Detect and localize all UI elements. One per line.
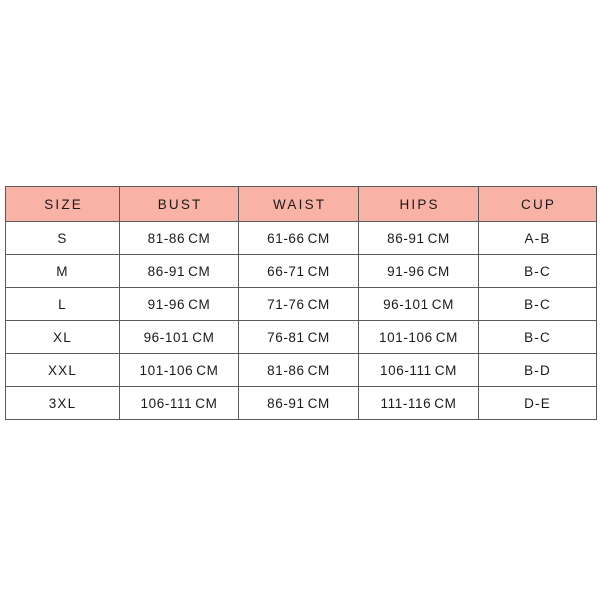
cell-bust-unit: CM [196, 362, 219, 378]
table-row: 3XL 106-111 CM 86-91 CM 111-116 CM D-E [5, 386, 597, 420]
cell-bust: 81-86 CM [119, 221, 239, 255]
cell-bust-unit: CM [195, 395, 218, 411]
table-body: S 81-86 CM 61-66 CM 86-91 CM A-B M 86-91 CM … [5, 221, 597, 420]
cell-waist: 81-86 CM [238, 353, 359, 387]
cell-size: 3XL [5, 386, 120, 420]
cell-hips: 91-96 CM [358, 254, 479, 288]
table-row: L 91-96 CM 71-76 CM 96-101 CM B-C [5, 287, 597, 321]
cell-size: L [5, 287, 120, 321]
cell-size: XL [5, 320, 120, 354]
cell-waist-unit: CM [307, 296, 330, 312]
cell-cup: B-C [478, 287, 597, 321]
cell-bust: 101-106 CM [119, 353, 239, 387]
cell-waist-unit: CM [307, 230, 330, 246]
cell-bust-value: 106-111 [140, 395, 193, 411]
cell-waist-value: 86-91 [267, 395, 305, 411]
cell-bust: 91-96 CM [119, 287, 239, 321]
cell-waist-unit: CM [307, 395, 330, 411]
cell-hips-value: 111-116 [380, 395, 432, 411]
cell-waist-unit: CM [307, 362, 330, 378]
table-row: XXL 101-106 CM 81-86 CM 106-111 CM B-D [5, 353, 597, 387]
cell-hips-value: 106-111 [380, 362, 432, 378]
cell-hips-unit: CM [427, 263, 450, 279]
cell-waist-value: 71-76 [267, 296, 305, 312]
cell-bust-value: 96-101 [143, 329, 190, 345]
column-header-cup: CUP [478, 186, 597, 222]
cell-waist: 86-91 CM [238, 386, 359, 420]
column-header-waist: WAIST [238, 186, 359, 222]
cell-hips-unit: CM [427, 230, 450, 246]
cell-waist-value: 66-71 [267, 263, 305, 279]
size-chart-container: SIZE BUST WAIST HIPS CUP S 81-86 CM 61-66… [5, 186, 597, 420]
cell-hips-value: 101-106 [379, 329, 433, 345]
cell-bust-unit: CM [192, 329, 215, 345]
cell-hips: 86-91 CM [358, 221, 479, 255]
table-row: XL 96-101 CM 76-81 CM 101-106 CM B-C [5, 320, 597, 354]
cell-hips: 96-101 CM [358, 287, 479, 321]
column-header-size: SIZE [5, 186, 120, 222]
cell-hips-unit: CM [431, 296, 454, 312]
cell-waist: 61-66 CM [238, 221, 359, 255]
cell-cup: D-E [478, 386, 597, 420]
cell-cup: B-C [478, 254, 597, 288]
cell-waist: 76-81 CM [238, 320, 359, 354]
cell-waist: 66-71 CM [238, 254, 359, 288]
cell-bust: 96-101 CM [119, 320, 239, 354]
table-header: SIZE BUST WAIST HIPS CUP [5, 186, 597, 222]
cell-cup: B-C [478, 320, 597, 354]
cell-waist-unit: CM [307, 263, 330, 279]
cell-hips-unit: CM [435, 329, 458, 345]
header-row: SIZE BUST WAIST HIPS CUP [5, 186, 597, 222]
cell-hips: 106-111 CM [358, 353, 479, 387]
cell-waist-value: 61-66 [267, 230, 305, 246]
cell-waist: 71-76 CM [238, 287, 359, 321]
cell-hips-value: 96-101 [383, 296, 429, 312]
cell-bust-value: 101-106 [139, 362, 194, 378]
cell-size: M [5, 254, 120, 288]
cell-cup: A-B [478, 221, 597, 255]
cell-bust-unit: CM [188, 263, 211, 279]
cell-bust-unit: CM [188, 296, 211, 312]
cell-bust-value: 91-96 [147, 296, 186, 312]
cell-cup: B-D [478, 353, 597, 387]
cell-hips-value: 91-96 [387, 263, 425, 279]
cell-waist-unit: CM [307, 329, 330, 345]
cell-bust: 106-111 CM [119, 386, 239, 420]
size-chart-table: SIZE BUST WAIST HIPS CUP S 81-86 CM 61-66… [5, 186, 597, 420]
cell-hips-unit: CM [434, 362, 457, 378]
table-row: M 86-91 CM 66-71 CM 91-96 CM B-C [5, 254, 597, 288]
table-row: S 81-86 CM 61-66 CM 86-91 CM A-B [5, 221, 597, 255]
cell-bust-value: 81-86 [147, 230, 186, 246]
cell-hips: 101-106 CM [358, 320, 479, 354]
cell-bust: 86-91 CM [119, 254, 239, 288]
cell-waist-value: 81-86 [267, 362, 305, 378]
cell-size: XXL [5, 353, 120, 387]
column-header-hips: HIPS [358, 186, 479, 222]
cell-hips: 111-116 CM [358, 386, 479, 420]
cell-hips-unit: CM [434, 395, 457, 411]
cell-bust-unit: CM [188, 230, 211, 246]
cell-hips-value: 86-91 [387, 230, 425, 246]
cell-waist-value: 76-81 [267, 329, 305, 345]
column-header-bust: BUST [119, 186, 239, 222]
cell-size: S [5, 221, 120, 255]
cell-bust-value: 86-91 [147, 263, 186, 279]
